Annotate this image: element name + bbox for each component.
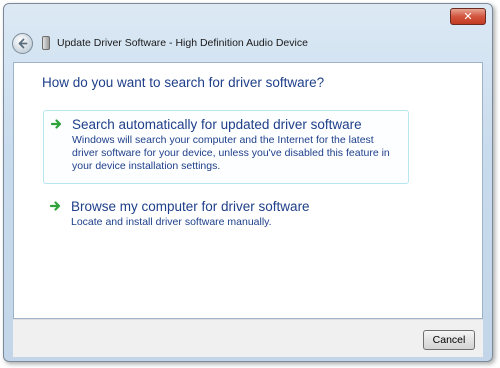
device-icon bbox=[42, 36, 50, 50]
window-title: Update Driver Software - High Definition… bbox=[57, 37, 308, 49]
page-heading: How do you want to search for driver sof… bbox=[42, 75, 325, 90]
back-button[interactable] bbox=[12, 32, 33, 54]
dialog-footer: Cancel bbox=[13, 319, 483, 357]
option-title: Search automatically for updated driver … bbox=[72, 117, 362, 132]
option-description: Locate and install driver software manua… bbox=[71, 216, 272, 228]
close-icon: ✕ bbox=[463, 10, 473, 23]
close-button[interactable]: ✕ bbox=[450, 8, 486, 25]
cancel-button[interactable]: Cancel bbox=[423, 330, 475, 350]
option-title: Browse my computer for driver software bbox=[71, 199, 310, 214]
dialog-window: ✕ Update Driver Software - High Definiti… bbox=[3, 3, 493, 362]
title-bar: Update Driver Software - High Definition… bbox=[10, 28, 486, 58]
green-arrow-icon bbox=[51, 119, 62, 129]
option-search-automatically[interactable]: Search automatically for updated driver … bbox=[43, 110, 409, 184]
green-arrow-icon bbox=[50, 201, 61, 211]
back-arrow-icon bbox=[18, 38, 28, 48]
option-description: Windows will search your computer and th… bbox=[72, 134, 390, 172]
option-browse-computer[interactable]: Browse my computer for driver software L… bbox=[43, 193, 409, 229]
content-area: How do you want to search for driver sof… bbox=[13, 62, 483, 319]
